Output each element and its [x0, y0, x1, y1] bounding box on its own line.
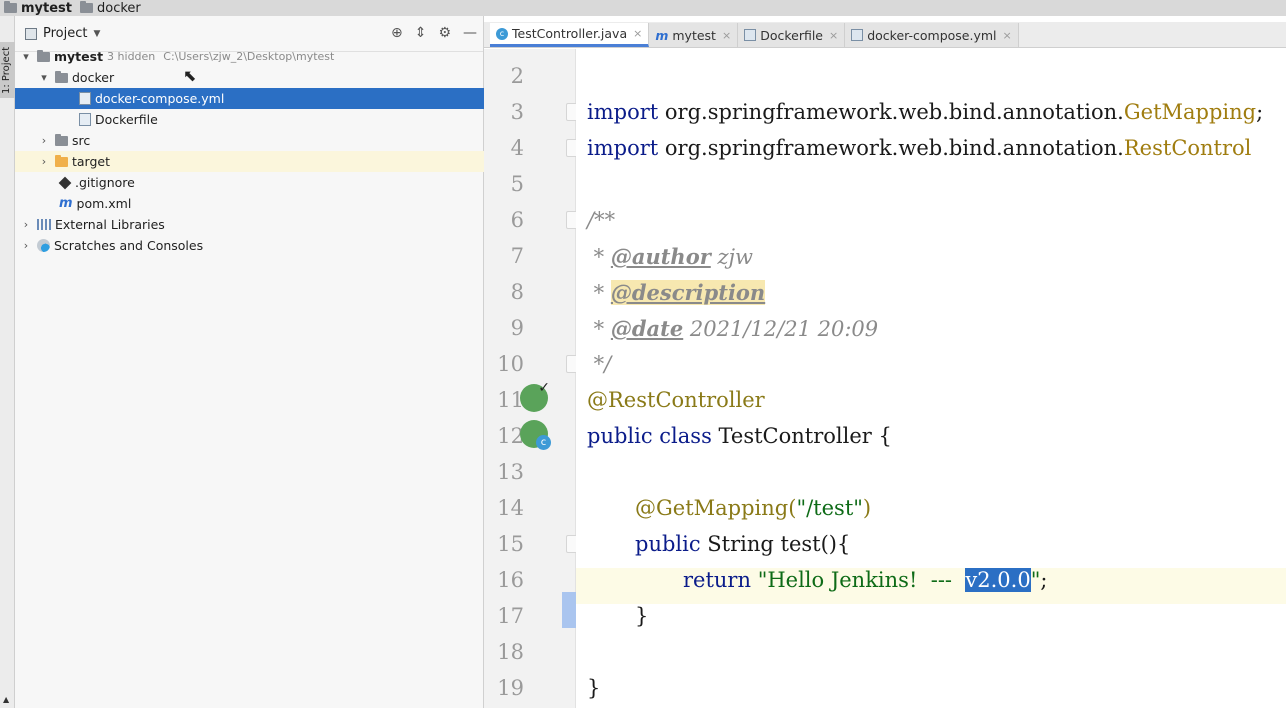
code-line-19: } [587, 676, 601, 700]
code-line-10: */ [587, 352, 612, 376]
code-line-14: @GetMapping("/test") [635, 496, 872, 520]
code-line-6: /** [587, 208, 616, 232]
tree-item-scratches[interactable]: › Scratches and Consoles [15, 235, 484, 256]
yaml-file-icon [851, 29, 864, 41]
line-number: 8 [510, 280, 524, 304]
line-number: 10 [497, 352, 524, 376]
line-number: 3 [510, 100, 524, 124]
tab-dockerfile[interactable]: Dockerfile × [738, 23, 846, 47]
editor-area: c TestController.java × m mytest × Docke… [484, 16, 1286, 708]
code-line-11: @RestController [587, 388, 765, 412]
tree-item-mytest[interactable]: ▾ mytest 3 hidden C:\Users\zjw_2\Desktop… [15, 46, 484, 67]
project-view-icon [25, 27, 37, 40]
line-number: 15 [497, 532, 524, 556]
project-folder-icon [4, 1, 17, 13]
code-editor[interactable]: import org.springframework.web.bind.anno… [576, 49, 1286, 708]
chevron-right-icon[interactable]: › [19, 218, 33, 231]
close-icon[interactable]: × [633, 27, 642, 40]
chevron-right-icon[interactable]: › [37, 134, 51, 147]
line-number: 14 [497, 496, 524, 520]
collapse-all-icon[interactable]: ⇕ [415, 25, 427, 41]
chevron-down-icon[interactable]: ▾ [37, 71, 51, 84]
breadcrumb: mytest docker [0, 0, 1286, 16]
code-line-9: * @date 2021/12/21 20:09 [587, 316, 879, 341]
line-number: 13 [497, 460, 524, 484]
editor-tab-bar: c TestController.java × m mytest × Docke… [484, 22, 1286, 48]
editor-gutter[interactable]: 2 3 4 5 6 7 8 9 10 11 12 13 14 15 16 17 … [484, 49, 582, 708]
library-icon [37, 219, 51, 230]
tree-item-src[interactable]: › src [15, 130, 484, 151]
dockerfile-icon [744, 29, 757, 41]
code-line-16: return "Hello Jenkins! --- v2.0.0"; [576, 568, 1286, 604]
tree-item-dockerfile[interactable]: Dockerfile [15, 109, 484, 130]
git-file-icon [58, 176, 72, 189]
gear-icon[interactable]: ⚙ [438, 25, 451, 41]
code-line-15: public String test(){ [635, 532, 851, 556]
tree-item-docker-compose[interactable]: docker-compose.yml [15, 88, 484, 109]
structure-tab-icon[interactable]: ▲ [3, 695, 9, 704]
mouse-cursor-icon: ⬉ [183, 66, 197, 85]
java-class-icon: c [496, 27, 508, 40]
tree-item-pom[interactable]: m pom.xml [15, 193, 484, 214]
close-icon[interactable]: × [829, 29, 838, 42]
minimize-icon[interactable]: — [463, 25, 477, 41]
code-line-12: public class TestController { [587, 424, 892, 448]
class-badge-icon: c [536, 435, 551, 450]
spring-bean-icon[interactable]: ✓ [520, 380, 550, 412]
tree-item-external-libraries[interactable]: › External Libraries [15, 214, 484, 235]
vcs-change-marker[interactable] [562, 592, 576, 628]
tree-item-docker[interactable]: ▾ docker [15, 67, 484, 88]
line-number: 19 [497, 676, 524, 700]
project-tool-tab[interactable]: 1: Project [0, 42, 15, 98]
code-line-7: * @author zjw [587, 244, 754, 269]
code-line-3: import org.springframework.web.bind.anno… [587, 100, 1264, 124]
tree-item-target[interactable]: › target [15, 151, 484, 172]
maven-icon: m [59, 196, 73, 211]
project-panel-tools: ⊕ ⇕ ⚙ — [391, 25, 477, 41]
line-number: 5 [510, 172, 524, 196]
chevron-down-icon[interactable]: ▼ [93, 29, 100, 39]
breadcrumb-project[interactable]: mytest [4, 1, 72, 16]
line-number: 16 [497, 568, 524, 592]
folder-icon [55, 70, 68, 83]
selected-text: v2.0.0 [965, 568, 1031, 592]
folder-icon [55, 133, 68, 146]
maven-icon: m [655, 27, 669, 43]
line-number: 6 [510, 208, 524, 232]
line-number: 4 [510, 136, 524, 160]
line-number: 17 [497, 604, 524, 628]
tool-window-strip: 1: Project ▲ [0, 16, 15, 708]
project-view-title[interactable]: Project [43, 26, 87, 41]
chevron-right-icon[interactable]: › [37, 155, 51, 168]
line-number: 9 [510, 316, 524, 340]
dockerfile-icon [79, 113, 91, 126]
check-icon: ✓ [538, 380, 550, 396]
breadcrumb-folder[interactable]: docker [80, 1, 141, 16]
locate-icon[interactable]: ⊕ [391, 25, 403, 41]
scratches-icon [37, 239, 50, 252]
line-number: 12 [497, 424, 524, 448]
line-number: 11 [497, 388, 524, 412]
tab-testcontroller[interactable]: c TestController.java × [490, 23, 650, 47]
chevron-down-icon[interactable]: ▾ [19, 50, 33, 63]
line-number: 18 [497, 640, 524, 664]
close-icon[interactable]: × [722, 29, 731, 42]
tab-mytest[interactable]: m mytest × [649, 23, 739, 47]
excluded-folder-icon [55, 154, 68, 167]
folder-icon [80, 1, 94, 13]
code-line-4: import org.springframework.web.bind.anno… [587, 136, 1252, 160]
code-line-17: } [635, 604, 649, 628]
spring-bean-icon[interactable]: c [520, 420, 551, 450]
chevron-right-icon[interactable]: › [19, 239, 33, 252]
line-number: 7 [510, 244, 524, 268]
module-folder-icon [37, 49, 50, 62]
code-line-8: * @description [587, 280, 766, 305]
tab-docker-compose[interactable]: docker-compose.yml × [845, 23, 1019, 47]
project-panel: Project ▼ ⊕ ⇕ ⚙ — ▾ mytest 3 hidden C:\U… [15, 16, 484, 708]
close-icon[interactable]: × [1003, 29, 1012, 42]
yaml-file-icon [79, 92, 91, 105]
tree-item-gitignore[interactable]: .gitignore [15, 172, 484, 193]
line-number: 2 [510, 64, 524, 88]
